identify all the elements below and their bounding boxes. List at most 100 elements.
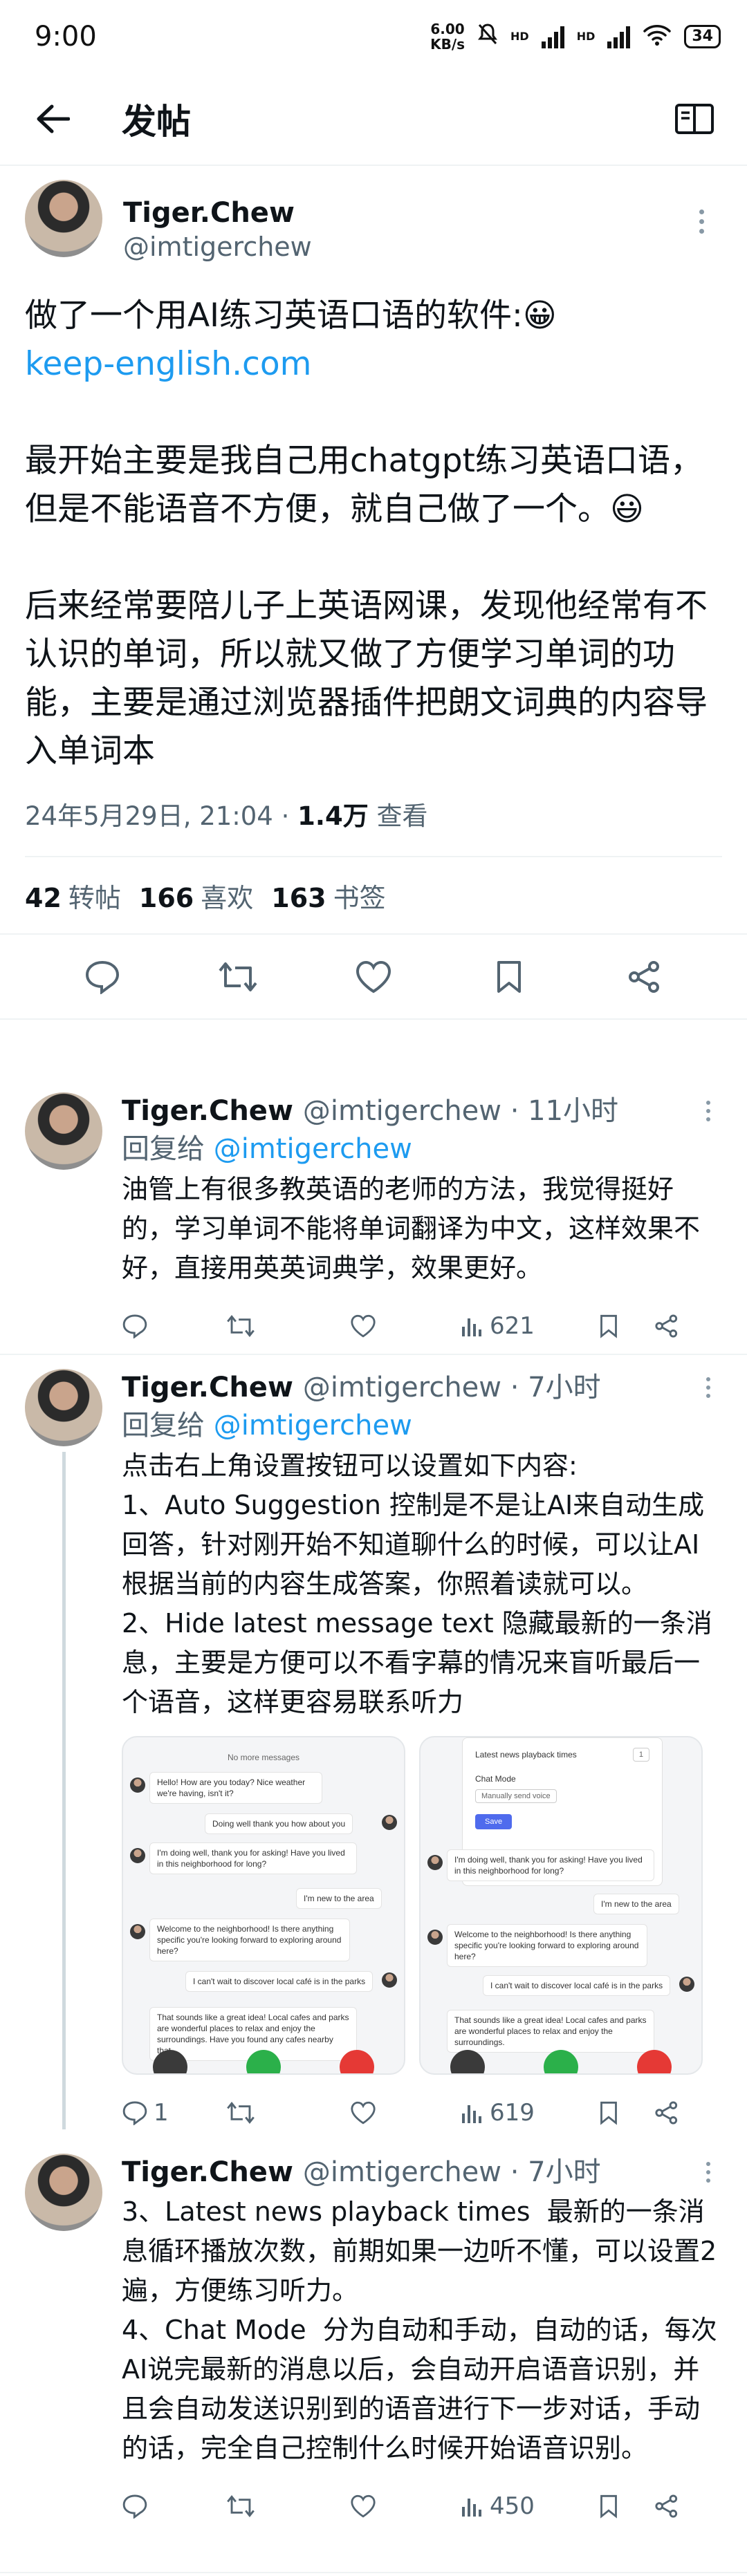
repost-button[interactable] bbox=[225, 1314, 350, 1338]
main-post: Tiger.Chew @imtigerchew 做了一个用AI练习英语口语的软件… bbox=[0, 180, 747, 1020]
thread-line bbox=[62, 1452, 66, 2129]
reply-icon bbox=[122, 2494, 147, 2519]
avatar[interactable] bbox=[25, 2154, 102, 2231]
bookmarks-count: 163 bbox=[271, 882, 326, 913]
avatar bbox=[427, 1930, 443, 1945]
repost-button[interactable] bbox=[225, 2494, 350, 2519]
post-text: 做了一个用AI练习英语口语的软件:😀 keep-english.com 最开始主… bbox=[0, 292, 747, 776]
views-count: 621 bbox=[490, 1312, 535, 1340]
likes-label: 喜欢 bbox=[201, 882, 254, 913]
like-icon[interactable] bbox=[353, 956, 394, 998]
media-image-settings[interactable]: Latest news playback times 1 Chat Mode Ma… bbox=[419, 1736, 703, 2075]
bookmark-icon[interactable] bbox=[488, 956, 530, 998]
back-button[interactable] bbox=[25, 91, 80, 147]
reply-text: 点击右上角设置按钮可以设置如下内容: 1、Auto Suggestion 控制是… bbox=[122, 1450, 712, 1717]
views-count: 1.4万 bbox=[297, 801, 369, 831]
author-name[interactable]: Tiger.Chew bbox=[123, 196, 312, 230]
likes-count: 166 bbox=[138, 882, 194, 913]
views-button[interactable]: 450 bbox=[461, 2492, 599, 2520]
more-icon[interactable] bbox=[681, 200, 722, 242]
reply-to-handle[interactable]: @imtigerchew bbox=[214, 1410, 412, 1441]
network-type-2: HD bbox=[576, 30, 596, 43]
share-icon[interactable] bbox=[624, 956, 665, 998]
avatar bbox=[130, 1777, 145, 1793]
bookmark-button[interactable] bbox=[599, 2100, 654, 2125]
bookmark-icon bbox=[600, 2494, 617, 2519]
views-label: 查看 bbox=[376, 801, 428, 831]
back-arrow-icon bbox=[37, 104, 70, 133]
likes-stat[interactable]: 166 喜欢 bbox=[139, 877, 253, 915]
reply-text: 油管上有很多教英语的老师的方法，我觉得挺好的，学习单词不能将单词翻译为中文，这样… bbox=[122, 1174, 701, 1283]
chat-message: I can't wait to discover local café is i… bbox=[185, 1971, 374, 1992]
reposts-label: 转帖 bbox=[68, 882, 121, 913]
author-names: Tiger.Chew @imtigerchew bbox=[123, 180, 312, 264]
repost-button[interactable] bbox=[225, 2100, 350, 2125]
reply-action-bar: 621 bbox=[122, 1295, 722, 1357]
reply-button[interactable] bbox=[122, 1314, 225, 1338]
views-icon bbox=[462, 2499, 481, 2517]
bookmarks-stat[interactable]: 163 书签 bbox=[271, 877, 385, 915]
reply-media: No more messages Hello! How are you toda… bbox=[122, 1736, 722, 2075]
save-button: Save bbox=[475, 1814, 513, 1829]
reply-button[interactable] bbox=[122, 2494, 225, 2519]
like-button[interactable] bbox=[350, 2494, 461, 2519]
views-button[interactable]: 619 bbox=[461, 2099, 599, 2127]
more-icon[interactable] bbox=[694, 1377, 722, 1398]
post-text-paragraph-3: 后来经常要陪儿子上英语网课，发现他经常有不认识的单词，所以就又做了方便学习单词的… bbox=[25, 587, 708, 770]
media-image-chat[interactable]: No more messages Hello! How are you toda… bbox=[122, 1736, 405, 2075]
share-button[interactable] bbox=[654, 2100, 679, 2125]
reply-to: 回复给 @imtigerchew bbox=[122, 1406, 722, 1445]
post-text-paragraph-2: 最开始主要是我自己用chatgpt练习英语口语，但是不能语音不方便，就自己做了一… bbox=[25, 442, 703, 528]
call-buttons bbox=[421, 2050, 701, 2073]
chat-mode-label: Chat Mode bbox=[475, 1774, 516, 1784]
chat-message: Welcome to the neighborhood! Is there an… bbox=[447, 1924, 647, 1967]
reply-handle-time: @imtigerchew · 11小时 bbox=[302, 1095, 619, 1127]
more-icon[interactable] bbox=[694, 1101, 722, 1121]
share-button[interactable] bbox=[654, 1314, 679, 1338]
reply-handle-time: @imtigerchew · 7小时 bbox=[302, 2156, 601, 2188]
post-timestamp[interactable]: 24年5月29日, 21:04 bbox=[25, 801, 273, 831]
views-count: 450 bbox=[490, 2492, 535, 2520]
bookmark-button[interactable] bbox=[599, 2494, 654, 2519]
reply-author-name[interactable]: Tiger.Chew bbox=[122, 1369, 293, 1406]
playback-select: 1 bbox=[632, 1748, 649, 1762]
reply-author-name[interactable]: Tiger.Chew bbox=[122, 2154, 293, 2191]
signal-1-icon bbox=[541, 25, 564, 48]
post-text-line-1: 做了一个用AI练习英语口语的软件:😀 bbox=[25, 297, 557, 335]
reply-icon bbox=[122, 1314, 147, 1338]
like-button[interactable] bbox=[350, 2100, 461, 2125]
reposts-count: 42 bbox=[25, 882, 62, 913]
avatar bbox=[130, 1848, 145, 1863]
reader-button[interactable] bbox=[667, 91, 722, 147]
reply-action-bar: 1 619 bbox=[122, 2082, 722, 2144]
share-button[interactable] bbox=[654, 2494, 679, 2519]
chat-message: I'm new to the area bbox=[593, 1894, 679, 1914]
reply-item[interactable]: Tiger.Chew @imtigerchew · 7小时 回复给 @imtige… bbox=[0, 1369, 747, 2144]
net-speed-value: 6.00 bbox=[430, 20, 465, 37]
repost-icon[interactable] bbox=[217, 956, 259, 998]
reply-item[interactable]: Tiger.Chew @imtigerchew · 11小时 回复给 @imtig… bbox=[0, 1092, 747, 1357]
views-button[interactable]: 621 bbox=[461, 1312, 599, 1340]
repost-icon bbox=[227, 1315, 255, 1337]
share-icon bbox=[655, 2101, 678, 2125]
views-count: 619 bbox=[490, 2099, 535, 2127]
reply-icon bbox=[122, 2101, 147, 2125]
more-icon[interactable] bbox=[694, 2162, 722, 2183]
post-link[interactable]: keep-english.com bbox=[25, 345, 311, 383]
avatar[interactable] bbox=[25, 1369, 102, 1446]
reply-author-name[interactable]: Tiger.Chew bbox=[122, 1092, 293, 1130]
bookmark-button[interactable] bbox=[599, 1314, 654, 1338]
avatar[interactable] bbox=[25, 1092, 102, 1170]
reply-icon[interactable] bbox=[82, 956, 123, 998]
bookmarks-label: 书签 bbox=[333, 882, 386, 913]
status-bar: 9:00 6.00 KB/s HD HD 34 bbox=[0, 0, 747, 73]
avatar[interactable] bbox=[25, 180, 102, 257]
like-button[interactable] bbox=[350, 1314, 461, 1338]
status-time: 9:00 bbox=[35, 20, 97, 53]
reply-button[interactable]: 1 bbox=[122, 2099, 225, 2127]
author-handle[interactable]: @imtigerchew bbox=[123, 230, 312, 264]
reposts-stat[interactable]: 42 转帖 bbox=[25, 877, 121, 915]
top-bar: 发帖 bbox=[0, 73, 747, 166]
reply-item[interactable]: Tiger.Chew @imtigerchew · 7小时 3、Latest ne… bbox=[0, 2154, 747, 2537]
reply-to-handle[interactable]: @imtigerchew bbox=[214, 1133, 412, 1165]
